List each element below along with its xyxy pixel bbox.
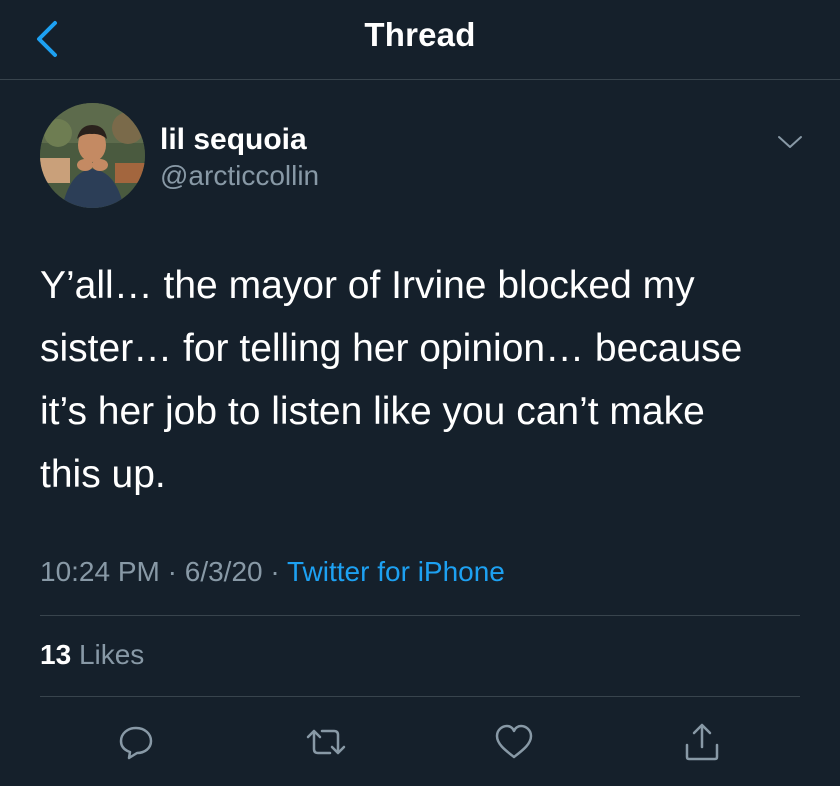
likes-count: 13 xyxy=(40,639,72,670)
meta-separator: · xyxy=(167,556,177,587)
share-button[interactable] xyxy=(678,718,726,766)
tweet-date: 6/3/20 xyxy=(184,556,263,587)
thread-header: Thread xyxy=(0,0,840,80)
author-display-name[interactable]: lil sequoia xyxy=(160,123,307,157)
likes-stat[interactable]: 13 Likes xyxy=(40,639,144,671)
reply-icon xyxy=(119,726,153,760)
avatar[interactable] xyxy=(40,103,145,208)
retweet-button[interactable] xyxy=(302,718,350,766)
meta-separator: · xyxy=(270,556,280,587)
divider xyxy=(40,696,800,697)
tweet-actions xyxy=(0,712,840,772)
share-icon xyxy=(685,723,719,761)
author-handle[interactable]: @arcticcollin xyxy=(160,160,319,192)
thread-screen: Thread lil sequoia @arcticcollin Y’all… … xyxy=(0,0,840,786)
like-button[interactable] xyxy=(490,718,538,766)
tweet-author: lil sequoia @arcticcollin xyxy=(40,103,802,213)
reply-button[interactable] xyxy=(112,718,160,766)
chevron-down-icon xyxy=(778,136,802,148)
tweet-menu-button[interactable] xyxy=(775,127,805,157)
tweet-source-link[interactable]: Twitter for iPhone xyxy=(287,556,505,587)
page-title: Thread xyxy=(364,16,476,53)
tweet-time: 10:24 PM xyxy=(40,556,160,587)
divider xyxy=(40,615,800,616)
heart-icon xyxy=(495,724,533,759)
tweet-text: Y’all… the mayor of Irvine blocked my si… xyxy=(40,264,743,496)
likes-label: Likes xyxy=(78,639,145,670)
avatar-image xyxy=(40,103,145,208)
tweet-meta: 10:24 PM · 6/3/20 · Twitter for iPhone xyxy=(40,556,505,588)
retweet-icon xyxy=(306,729,346,755)
